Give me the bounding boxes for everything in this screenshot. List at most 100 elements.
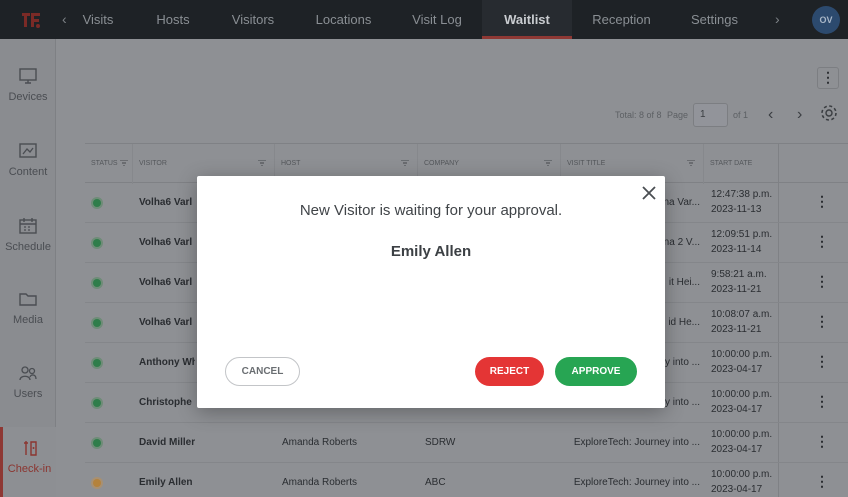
row-more-icon[interactable]: ⋮ bbox=[815, 273, 829, 290]
start-date: 2023-04-17 bbox=[711, 484, 763, 495]
tab-reception[interactable]: Reception bbox=[584, 0, 659, 39]
sidebar-item-devices[interactable]: Devices bbox=[0, 67, 56, 103]
tab-visitors[interactable]: Visitors bbox=[222, 0, 284, 39]
cell-host: Amanda Roberts bbox=[282, 477, 358, 488]
start-date: 2023-04-17 bbox=[711, 444, 763, 455]
cell-visitor: Emily Allen bbox=[139, 477, 193, 488]
start-date: 2023-11-13 bbox=[711, 204, 762, 215]
user-avatar[interactable]: OV bbox=[812, 6, 840, 34]
filter-icon[interactable] bbox=[120, 160, 128, 166]
row-more-icon[interactable]: ⋮ bbox=[815, 433, 829, 450]
status-dot-icon bbox=[93, 399, 101, 407]
status-dot-icon bbox=[93, 439, 101, 447]
start-date: 2023-04-17 bbox=[711, 364, 763, 375]
page-label: Page bbox=[667, 110, 689, 120]
tab-locations[interactable]: Locations bbox=[306, 0, 381, 39]
cell-start-date: 12:47:38 p.m. 2023-11-13 bbox=[711, 187, 772, 217]
cell-start-date: 10:00:00 p.m. 2023-04-17 bbox=[711, 467, 772, 497]
approval-modal: New Visitor is waiting for your approval… bbox=[197, 176, 665, 408]
column-header-start-date[interactable]: Start Date bbox=[704, 144, 800, 184]
cell-visitor: Volha6 Varl bbox=[139, 317, 193, 328]
cell-start-date: 10:08:07 a.m. 2023-11-21 bbox=[711, 307, 772, 337]
tab-visits[interactable]: Visits bbox=[74, 0, 122, 39]
status-dot-icon bbox=[93, 239, 101, 247]
start-time: 12:47:38 p.m. bbox=[711, 189, 773, 200]
nav-prev-icon[interactable]: ‹ bbox=[62, 0, 67, 39]
cell-visitor: Christophe bbox=[139, 397, 192, 408]
row-more-icon[interactable]: ⋮ bbox=[815, 393, 829, 410]
start-time: 9:58:21 a.m. bbox=[711, 269, 767, 280]
sidebar-item-schedule[interactable]: Schedule bbox=[0, 217, 56, 253]
status-dot-icon bbox=[93, 479, 101, 487]
sidebar-item-label: Devices bbox=[8, 91, 48, 103]
cell-start-date: 9:58:21 a.m. 2023-11-21 bbox=[711, 267, 767, 297]
users-icon bbox=[19, 366, 37, 381]
page-input[interactable]: 1 bbox=[693, 103, 728, 127]
cell-visitor: Anthony Wh bbox=[139, 357, 195, 368]
row-more-icon[interactable]: ⋮ bbox=[815, 313, 829, 330]
start-time: 12:09:51 p.m. bbox=[711, 229, 773, 240]
next-page-icon[interactable]: › bbox=[797, 103, 802, 127]
sidebar-item-check-in[interactable]: Check-in bbox=[0, 427, 56, 497]
tab-settings[interactable]: Settings bbox=[682, 0, 747, 39]
row-more-icon[interactable]: ⋮ bbox=[815, 473, 829, 490]
prev-page-icon[interactable]: ‹ bbox=[768, 103, 773, 127]
sidebar: Devices Content Schedule Media Users Che… bbox=[0, 39, 56, 497]
sidebar-item-media[interactable]: Media bbox=[0, 290, 56, 326]
row-more-icon[interactable]: ⋮ bbox=[815, 193, 829, 210]
status-dot-icon bbox=[93, 199, 101, 207]
start-time: 10:08:07 a.m. bbox=[711, 309, 773, 320]
cancel-button[interactable]: CANCEL bbox=[225, 357, 300, 386]
reject-button[interactable]: REJECT bbox=[475, 357, 544, 386]
app-logo-icon[interactable] bbox=[18, 7, 44, 33]
cell-visitor: Volha6 Varl bbox=[139, 197, 193, 208]
start-time: 10:00:00 p.m. bbox=[711, 349, 773, 360]
filter-icon[interactable] bbox=[401, 160, 409, 166]
row-more-icon[interactable]: ⋮ bbox=[815, 233, 829, 250]
close-icon[interactable] bbox=[641, 185, 657, 201]
filter-icon[interactable] bbox=[544, 160, 552, 166]
start-date: 2023-11-14 bbox=[711, 244, 762, 255]
start-date: 2023-11-21 bbox=[711, 324, 762, 335]
sidebar-item-content[interactable]: Content bbox=[0, 142, 56, 178]
row-more-icon[interactable]: ⋮ bbox=[815, 353, 829, 370]
cell-host: Amanda Roberts bbox=[282, 437, 358, 448]
column-header-status[interactable]: Status bbox=[85, 144, 133, 184]
sidebar-item-users[interactable]: Users bbox=[0, 364, 56, 400]
status-dot-icon bbox=[93, 319, 101, 327]
approval-message: New Visitor is waiting for your approval… bbox=[299, 202, 563, 219]
tab-waitlist[interactable]: Waitlist bbox=[482, 0, 572, 39]
filter-icon[interactable] bbox=[687, 160, 695, 166]
sidebar-item-label: Check-in bbox=[7, 463, 52, 475]
more-options-icon[interactable]: ⋮ bbox=[817, 67, 839, 89]
check-in-icon bbox=[23, 441, 37, 456]
cell-start-date: 10:00:00 p.m. 2023-04-17 bbox=[711, 347, 772, 377]
table-row[interactable]: Emily Allen Amanda Roberts ABC ExploreTech:… bbox=[85, 463, 848, 497]
cell-visitor: Volha6 Varl bbox=[139, 237, 193, 248]
visitor-name: Emily Allen bbox=[390, 243, 472, 260]
cell-start-date: 12:09:51 p.m. 2023-11-14 bbox=[711, 227, 772, 257]
cell-visit-title: ExploreTech: Journey into ... bbox=[573, 437, 700, 448]
table-row[interactable]: David Miller Amanda Roberts SDRW ExploreTec… bbox=[85, 423, 848, 463]
cell-visitor: David Miller bbox=[139, 437, 195, 448]
top-nav: ‹ Visits Hosts Visitors Locations Visit … bbox=[0, 0, 848, 39]
nav-next-icon[interactable]: › bbox=[775, 0, 780, 39]
status-dot-icon bbox=[93, 359, 101, 367]
folder-icon bbox=[19, 293, 37, 306]
cell-company: ABC bbox=[425, 477, 446, 488]
cell-company: SDRW bbox=[425, 437, 456, 448]
page-of-label: of 1 bbox=[733, 110, 749, 120]
sidebar-item-label: Content bbox=[8, 166, 48, 178]
cell-visitor: Volha6 Varl bbox=[139, 277, 193, 288]
cell-start-date: 10:00:00 p.m. 2023-04-17 bbox=[711, 387, 772, 417]
filter-icon[interactable] bbox=[258, 160, 266, 166]
tab-visit-log[interactable]: Visit Log bbox=[403, 0, 471, 39]
sidebar-item-label: Schedule bbox=[5, 241, 51, 253]
total-count: Total: 8 of 8 bbox=[615, 110, 662, 120]
start-time: 10:00:00 p.m. bbox=[711, 429, 773, 440]
tab-hosts[interactable]: Hosts bbox=[143, 0, 203, 39]
start-time: 10:00:00 p.m. bbox=[711, 469, 773, 480]
gear-icon[interactable] bbox=[819, 103, 839, 123]
status-dot-icon bbox=[93, 279, 101, 287]
approve-button[interactable]: APPROVE bbox=[555, 357, 637, 386]
